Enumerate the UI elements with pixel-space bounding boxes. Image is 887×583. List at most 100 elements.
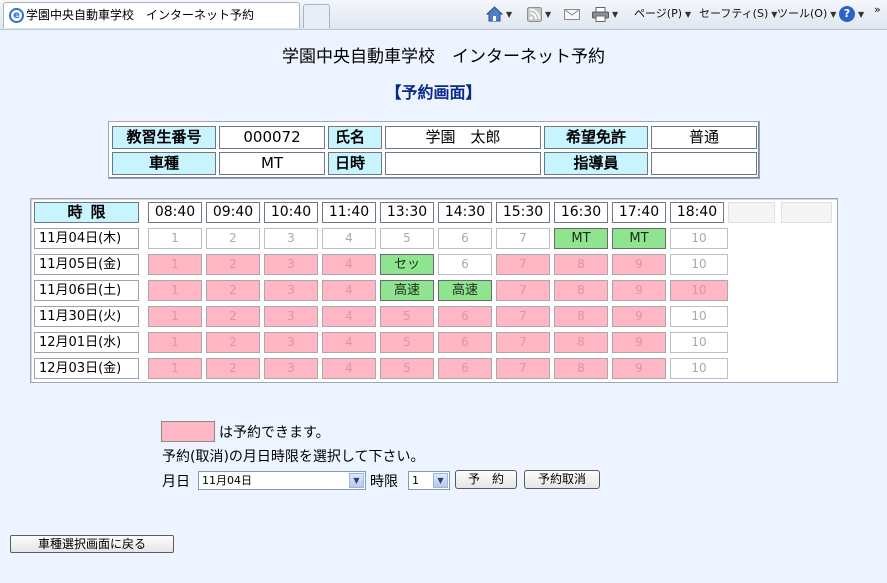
schedule-slot[interactable]: 8: [554, 358, 608, 379]
date-select[interactable]: 11月04日 ▼: [198, 471, 366, 490]
feeds-button[interactable]: ▼: [527, 5, 551, 23]
schedule-slot[interactable]: 3: [264, 332, 318, 353]
schedule-slot[interactable]: 4: [322, 358, 376, 379]
schedule-slot[interactable]: 8: [554, 254, 608, 275]
schedule-slot[interactable]: 4: [322, 332, 376, 353]
date-select-label: 月日: [162, 474, 190, 490]
schedule-slot[interactable]: 9: [612, 306, 666, 327]
chevron-down-icon: ▼: [685, 10, 692, 19]
schedule-slot[interactable]: 9: [612, 332, 666, 353]
browser-toolbar: e 学園中央自動車学校 インターネット予約 ▼ ▼ ▼ ページ(P) ▼ セーフ…: [0, 0, 887, 30]
time-header: 08:40: [148, 202, 202, 223]
schedule-slot[interactable]: 7: [496, 280, 550, 301]
time-header: 13:30: [380, 202, 434, 223]
schedule-slot[interactable]: 1: [148, 332, 202, 353]
schedule-slot[interactable]: 10: [670, 280, 728, 301]
period-select-label: 時限: [370, 474, 398, 490]
schedule-slot[interactable]: 4: [322, 306, 376, 327]
schedule-slot[interactable]: 10: [670, 306, 728, 327]
student-no-value: 000072: [219, 126, 325, 149]
schedule-slot[interactable]: 5: [380, 228, 434, 249]
browser-tab[interactable]: e 学園中央自動車学校 インターネット予約: [3, 2, 300, 28]
date-cell: 11月04日(木): [34, 228, 139, 249]
safety-menu[interactable]: セーフティ(S) ▼: [699, 5, 777, 23]
instructor-value: [651, 152, 757, 175]
schedule-slot[interactable]: 5: [380, 358, 434, 379]
schedule-slot[interactable]: 10: [670, 254, 728, 275]
license-value: 普通: [651, 126, 757, 149]
schedule-grid: 時限 08:40 09:40 10:40 11:40 13:30 14:30 15:30 16:…: [30, 198, 838, 383]
schedule-slot[interactable]: 10: [670, 358, 728, 379]
schedule-slot[interactable]: 高速: [438, 280, 492, 301]
tools-menu-label: ツール(O): [777, 7, 828, 20]
schedule-slot[interactable]: MT: [554, 228, 608, 249]
schedule-slot[interactable]: 6: [438, 306, 492, 327]
back-to-vehicle-select-button[interactable]: 車種選択画面に戻る: [10, 535, 174, 553]
reserve-button[interactable]: 予 約: [455, 470, 517, 489]
schedule-slot[interactable]: 8: [554, 280, 608, 301]
time-header: 15:30: [496, 202, 550, 223]
mail-button[interactable]: [564, 5, 580, 23]
date-cell: 11月06日(土): [34, 280, 139, 301]
schedule-slot[interactable]: 2: [206, 228, 260, 249]
schedule-slot[interactable]: 10: [670, 332, 728, 353]
schedule-slot[interactable]: 6: [438, 228, 492, 249]
schedule-slot[interactable]: 7: [496, 306, 550, 327]
schedule-slot[interactable]: 9: [612, 254, 666, 275]
tools-menu[interactable]: ツール(O) ▼: [777, 5, 836, 23]
schedule-slot[interactable]: 9: [612, 280, 666, 301]
help-icon: ?: [839, 6, 855, 22]
period-select[interactable]: 1 ▼: [408, 471, 450, 490]
schedule-slot[interactable]: 3: [264, 228, 318, 249]
schedule-slot[interactable]: 高速: [380, 280, 434, 301]
schedule-slot[interactable]: セッ: [380, 254, 434, 275]
schedule-slot[interactable]: 2: [206, 280, 260, 301]
schedule-slot[interactable]: 7: [496, 332, 550, 353]
schedule-slot[interactable]: 4: [322, 228, 376, 249]
help-menu[interactable]: ? ▼: [839, 5, 864, 23]
schedule-slot[interactable]: 6: [438, 358, 492, 379]
overflow-chevron-icon[interactable]: »: [874, 1, 881, 19]
schedule-slot[interactable]: 7: [496, 228, 550, 249]
print-button[interactable]: ▼: [592, 5, 618, 23]
schedule-slot[interactable]: 2: [206, 306, 260, 327]
schedule-slot[interactable]: 1: [148, 306, 202, 327]
schedule-slot[interactable]: 1: [148, 228, 202, 249]
schedule-slot[interactable]: 9: [612, 358, 666, 379]
time-header-blank: [728, 202, 775, 223]
schedule-slot[interactable]: 3: [264, 358, 318, 379]
schedule-slot[interactable]: 2: [206, 358, 260, 379]
schedule-slot[interactable]: 1: [148, 254, 202, 275]
schedule-slot[interactable]: 6: [438, 254, 492, 275]
schedule-slot[interactable]: 8: [554, 306, 608, 327]
schedule-slot[interactable]: 5: [380, 306, 434, 327]
home-button[interactable]: ▼: [486, 5, 512, 23]
schedule-slot[interactable]: 3: [264, 306, 318, 327]
schedule-slot[interactable]: 3: [264, 254, 318, 275]
cancel-reservation-button[interactable]: 予約取消: [524, 470, 600, 489]
schedule-slot[interactable]: 7: [496, 358, 550, 379]
schedule-slot[interactable]: 2: [206, 254, 260, 275]
schedule-slot[interactable]: 2: [206, 332, 260, 353]
schedule-slot[interactable]: 7: [496, 254, 550, 275]
schedule-slot[interactable]: 5: [380, 332, 434, 353]
schedule-slot[interactable]: 6: [438, 332, 492, 353]
new-tab-button[interactable]: [303, 4, 330, 28]
time-header: 18:40: [670, 202, 724, 223]
screen-title: 【予約画面】: [385, 83, 482, 102]
ie-page-icon: e: [9, 8, 24, 23]
schedule-slot[interactable]: MT: [612, 228, 666, 249]
license-label: 希望免許: [544, 126, 648, 149]
schedule-slot[interactable]: 4: [322, 280, 376, 301]
time-header: 17:40: [612, 202, 666, 223]
schedule-slot[interactable]: 1: [148, 280, 202, 301]
schedule-slot[interactable]: 8: [554, 332, 608, 353]
schedule-slot[interactable]: 3: [264, 280, 318, 301]
name-label: 氏名: [328, 126, 382, 149]
schedule-slot[interactable]: 4: [322, 254, 376, 275]
schedule-slot[interactable]: 10: [670, 228, 728, 249]
schedule-slot[interactable]: 1: [148, 358, 202, 379]
page-menu[interactable]: ページ(P) ▼: [634, 5, 691, 23]
printer-icon: [592, 6, 609, 22]
chevron-down-icon: ▼: [858, 10, 865, 19]
